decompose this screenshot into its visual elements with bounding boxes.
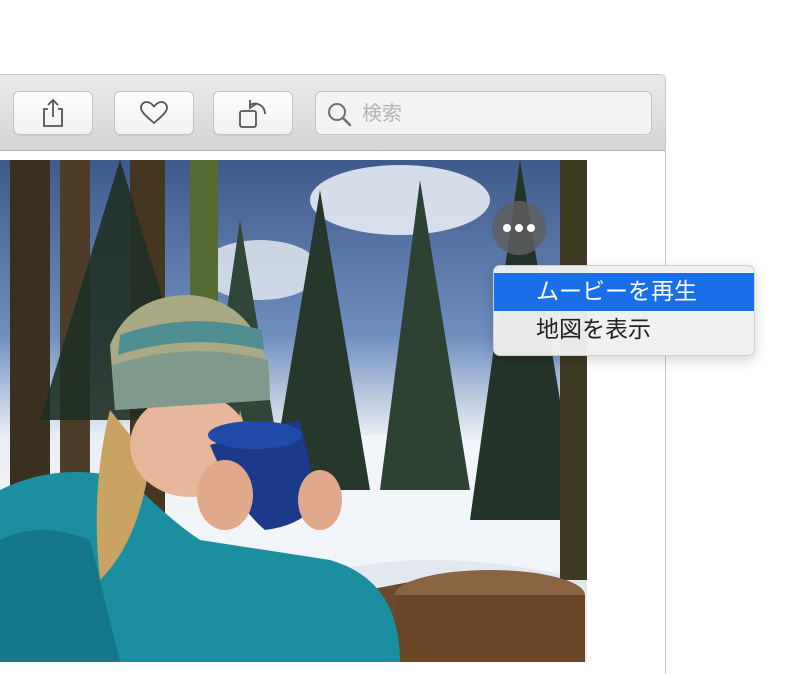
search-placeholder: 検索	[362, 101, 402, 125]
heart-icon	[140, 101, 168, 125]
more-options-button[interactable]	[492, 201, 546, 255]
favorite-button[interactable]	[114, 91, 194, 135]
context-menu: ムービーを再生 地図を表示	[493, 265, 755, 356]
share-icon	[43, 98, 63, 127]
menu-item-play-movie[interactable]: ムービーを再生	[494, 273, 754, 311]
more-icon	[503, 224, 535, 232]
menu-item-show-map[interactable]: 地図を表示	[494, 311, 754, 349]
search-icon	[328, 103, 352, 127]
search-field[interactable]: 検索	[315, 91, 652, 135]
toolbar: 検索	[0, 75, 665, 151]
rotate-button[interactable]	[213, 91, 293, 135]
rotate-icon	[239, 100, 266, 128]
share-button[interactable]	[13, 91, 93, 135]
